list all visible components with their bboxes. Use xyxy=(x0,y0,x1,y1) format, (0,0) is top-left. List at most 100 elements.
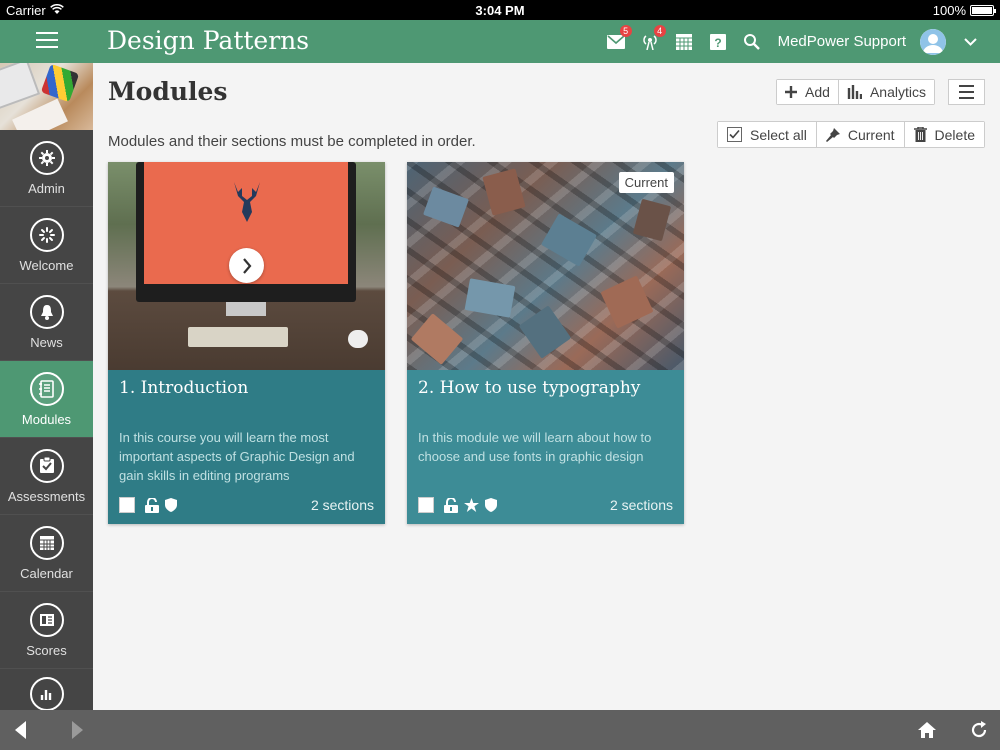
sidebar-item-label: Assessments xyxy=(7,488,86,504)
sidebar-item-label: News xyxy=(30,334,63,350)
chevron-right-icon xyxy=(242,257,251,274)
calendar-button[interactable] xyxy=(674,32,694,52)
mail-badge: 5 xyxy=(619,24,632,37)
sidebar-banner-image xyxy=(0,63,93,130)
alerts-button[interactable]: 4 xyxy=(640,24,666,52)
header-actions: 5 4 ? MedPower Support xyxy=(606,20,980,63)
app-header: Design Patterns 5 4 ? MedPower Support xyxy=(0,20,1000,63)
current-label: Current xyxy=(847,126,895,143)
analytics-label: Analytics xyxy=(869,84,926,100)
modules-instructions: Modules and their sections must be compl… xyxy=(108,133,476,150)
arrow-right-icon xyxy=(72,721,83,739)
home-icon xyxy=(918,722,936,738)
help-icon: ? xyxy=(709,33,726,50)
add-button[interactable]: Add xyxy=(777,80,839,104)
module-footer: 2 sections xyxy=(119,495,374,515)
home-button[interactable] xyxy=(916,719,938,741)
selection-actions-group: Select all Current Delete xyxy=(717,121,985,148)
mail-icon xyxy=(606,34,625,49)
battery-indicator: 100% xyxy=(932,3,996,18)
select-all-button[interactable]: Select all xyxy=(718,122,817,147)
sidebar-item-calendar[interactable]: Calendar xyxy=(0,515,93,592)
battery-icon xyxy=(970,5,996,16)
user-menu-dropdown[interactable] xyxy=(960,32,980,52)
sidebar-item-welcome[interactable]: Welcome xyxy=(0,207,93,284)
sidebar-item-label: Scores xyxy=(26,642,67,658)
module-footer: 2 sections xyxy=(418,495,673,515)
module-thumbnail: Current xyxy=(407,162,684,370)
unlock-icon xyxy=(444,497,458,513)
alerts-badge: 4 xyxy=(653,24,666,37)
sidebar-item-assessments[interactable]: Assessments xyxy=(0,438,93,515)
calendar-grid-icon xyxy=(675,33,692,50)
sidebar-item-scores[interactable]: Scores xyxy=(0,592,93,669)
module-title: 1. Introduction xyxy=(119,378,249,398)
user-name[interactable]: MedPower Support xyxy=(778,33,906,50)
list-view-button[interactable] xyxy=(948,79,985,105)
calendar-icon xyxy=(29,525,64,560)
hamburger-menu-button[interactable] xyxy=(36,32,58,50)
notebook-icon xyxy=(29,371,64,406)
main-content: Modules Add Analytics Modules and their … xyxy=(93,63,1000,710)
select-all-label: Select all xyxy=(750,126,807,143)
status-bar: Carrier 3:04 PM 100% xyxy=(0,0,1000,20)
module-sections-count: 2 sections xyxy=(310,497,374,513)
spinner-icon xyxy=(29,217,64,252)
sidebar: Admin Welcome News Modules Assessments C… xyxy=(0,63,93,710)
trash-icon xyxy=(913,127,927,142)
refresh-button[interactable] xyxy=(968,719,990,741)
app-title: Design Patterns xyxy=(107,26,310,55)
module-description: In this course you will learn the most i… xyxy=(119,430,355,483)
module-thumbnail xyxy=(108,162,385,370)
search-button[interactable] xyxy=(742,32,762,52)
sidebar-item-analytics[interactable] xyxy=(0,669,93,710)
module-select-checkbox[interactable] xyxy=(418,497,434,513)
sidebar-item-admin[interactable]: Admin xyxy=(0,130,93,207)
chevron-down-icon xyxy=(963,37,977,46)
shield-icon xyxy=(165,498,177,512)
unlock-icon xyxy=(145,497,159,513)
module-card[interactable]: 1. Introduction In this course you will … xyxy=(108,162,385,524)
bar-chart-icon xyxy=(847,85,862,99)
checklist-icon xyxy=(29,448,64,483)
current-button[interactable]: Current xyxy=(816,122,905,147)
svg-text:?: ? xyxy=(714,36,721,50)
back-button[interactable] xyxy=(10,719,32,741)
module-select-checkbox[interactable] xyxy=(119,497,135,513)
open-module-button[interactable] xyxy=(229,248,264,283)
delete-button[interactable]: Delete xyxy=(904,122,984,147)
sidebar-item-label: Modules xyxy=(21,411,72,427)
sidebar-item-modules[interactable]: Modules xyxy=(0,361,93,438)
sidebar-item-label: Admin xyxy=(28,180,65,196)
module-sections-count: 2 sections xyxy=(609,497,673,513)
current-badge: Current xyxy=(618,172,674,193)
star-icon xyxy=(464,498,479,512)
refresh-icon xyxy=(971,721,987,738)
module-card[interactable]: Current 2. How to use typography In this… xyxy=(407,162,684,524)
scoreboard-icon xyxy=(29,602,64,637)
forward-button[interactable] xyxy=(66,719,88,741)
plus-icon xyxy=(785,86,798,98)
analytics-button[interactable]: Analytics xyxy=(838,80,934,104)
user-icon xyxy=(920,28,946,55)
search-icon xyxy=(744,34,760,50)
delete-label: Delete xyxy=(934,126,975,143)
clock: 3:04 PM xyxy=(475,3,525,18)
help-button[interactable]: ? xyxy=(708,32,728,52)
shield-icon xyxy=(485,498,497,512)
sidebar-item-label: Welcome xyxy=(19,257,74,273)
bell-icon xyxy=(29,294,64,329)
page-title: Modules xyxy=(108,77,228,106)
mail-button[interactable]: 5 xyxy=(606,24,632,52)
pushpin-icon xyxy=(825,127,840,142)
arrow-left-icon xyxy=(15,721,26,739)
top-actions-group: Add Analytics xyxy=(776,79,935,105)
module-description: In this module we will learn about how t… xyxy=(418,430,652,464)
gear-icon xyxy=(29,140,64,175)
battery-label: 100% xyxy=(932,3,966,18)
add-label: Add xyxy=(805,84,830,100)
bar-chart-icon xyxy=(29,677,64,710)
avatar[interactable] xyxy=(920,28,946,55)
bottom-toolbar xyxy=(0,710,1000,750)
sidebar-item-news[interactable]: News xyxy=(0,284,93,361)
